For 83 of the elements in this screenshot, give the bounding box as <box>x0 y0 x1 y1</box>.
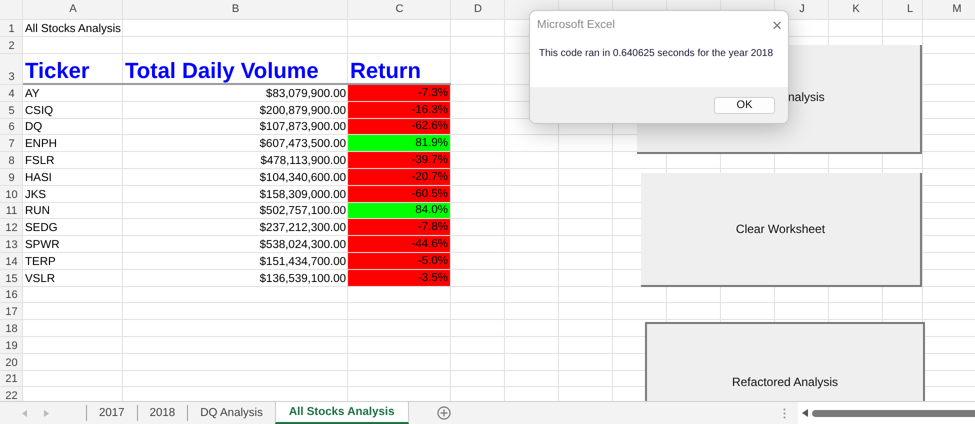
table-cell: $151,434,700.00 <box>260 256 346 268</box>
table-cell: FSLR <box>25 154 54 167</box>
table-cell: JKS <box>25 188 46 201</box>
row-header: 22 <box>5 390 18 401</box>
table-cell: $478,113,900.00 <box>260 154 346 167</box>
row-header: 16 <box>5 289 18 302</box>
table-cell: AY <box>25 88 40 100</box>
table-cell: $538,024,300.00 <box>260 238 346 251</box>
table-cell: VSLR <box>25 272 56 285</box>
table-cell: $237,212,300.00 <box>260 222 346 234</box>
row-header: 13 <box>5 238 18 251</box>
table-cell: -7.8% <box>348 219 450 236</box>
row-header: 6 <box>8 121 15 134</box>
row-header: 9 <box>8 172 15 184</box>
table-cell: $502,757,100.00 <box>260 205 346 218</box>
column-heading: Total Daily Volume <box>125 58 319 84</box>
table-cell: $607,473,500.00 <box>260 138 346 150</box>
close-icon[interactable]: × <box>772 16 782 34</box>
column-header: B <box>232 3 240 15</box>
row-header: 21 <box>5 373 18 386</box>
row-header: 18 <box>5 322 18 335</box>
row-header: 3 <box>8 71 15 83</box>
table-cell: TERP <box>25 256 56 268</box>
table-cell: $104,340,600.00 <box>260 172 346 184</box>
splitter-handle-icon[interactable] <box>782 408 786 418</box>
row-header: 7 <box>8 138 15 150</box>
table-cell: -3.5% <box>348 270 450 286</box>
table-cell: -44.6% <box>348 236 450 252</box>
column-header: K <box>852 3 860 15</box>
table-cell: $83,079,900.00 <box>266 88 346 100</box>
column-header: A <box>69 3 77 15</box>
macro-button[interactable]: Clear Worksheet <box>641 173 922 287</box>
table-cell: DQ <box>25 121 42 134</box>
column-heading: Return <box>350 58 421 84</box>
row-header: 17 <box>5 306 18 318</box>
table-cell: -20.7% <box>348 168 450 185</box>
row-header: 20 <box>5 356 18 369</box>
dialog-title: Microsoft Excel <box>537 19 615 31</box>
add-sheet-icon[interactable] <box>436 406 451 420</box>
table-cell: CSIQ <box>25 104 54 117</box>
table-cell: RUN <box>25 205 50 218</box>
row-header: 12 <box>5 222 18 234</box>
column-header: J <box>799 3 805 15</box>
dialog-message: This code ran in 0.640625 seconds for the year 2018 <box>539 48 774 59</box>
table-cell: 81.9% <box>348 135 450 152</box>
table-cell: $107,873,900.00 <box>260 121 346 134</box>
row-header: 8 <box>8 154 15 167</box>
table-cell: -7.3% <box>348 85 450 101</box>
table-cell: ENPH <box>25 138 57 150</box>
row-header: 4 <box>8 88 15 100</box>
column-heading: Ticker <box>25 58 90 84</box>
table-cell: $200,879,900.00 <box>260 104 346 117</box>
row-header: 1 <box>8 23 15 35</box>
table-cell: $158,309,000.00 <box>260 188 346 201</box>
row-header: 2 <box>8 40 15 52</box>
row-header: 10 <box>5 188 18 201</box>
row-header: 19 <box>5 340 18 352</box>
row-header: 14 <box>5 256 18 268</box>
row-header: 15 <box>5 272 18 285</box>
table-cell: SPWR <box>25 238 60 251</box>
table-cell: -39.7% <box>348 152 450 168</box>
column-header: C <box>396 3 404 15</box>
table-cell: -16.3% <box>348 102 450 118</box>
row-header: 5 <box>8 104 15 117</box>
sheet-tab[interactable]: All Stocks Analysis <box>274 402 409 424</box>
table-cell: HASI <box>25 172 52 184</box>
sheet-tab[interactable]: 2018 <box>136 405 188 421</box>
column-header: D <box>474 3 482 15</box>
table-cell: $136,539,100.00 <box>260 272 346 285</box>
table-cell: SEDG <box>25 222 58 234</box>
scroll-left-icon[interactable] <box>802 409 808 417</box>
ok-button[interactable]: OK <box>714 96 775 114</box>
table-cell: 84.0% <box>348 202 450 218</box>
table-cell: -60.5% <box>348 186 450 202</box>
scrollbar-thumb[interactable] <box>812 410 975 416</box>
table-cell: -5.0% <box>348 252 450 269</box>
sheet-tab[interactable]: 2017 <box>86 405 137 421</box>
column-header: M <box>952 3 962 15</box>
macro-button[interactable]: Refactored Analysis <box>645 322 925 401</box>
row-header: 11 <box>6 205 18 218</box>
column-header: L <box>906 3 914 15</box>
table-cell: -62.6% <box>348 118 450 134</box>
sheet-title: All Stocks Analysis <box>25 23 121 35</box>
